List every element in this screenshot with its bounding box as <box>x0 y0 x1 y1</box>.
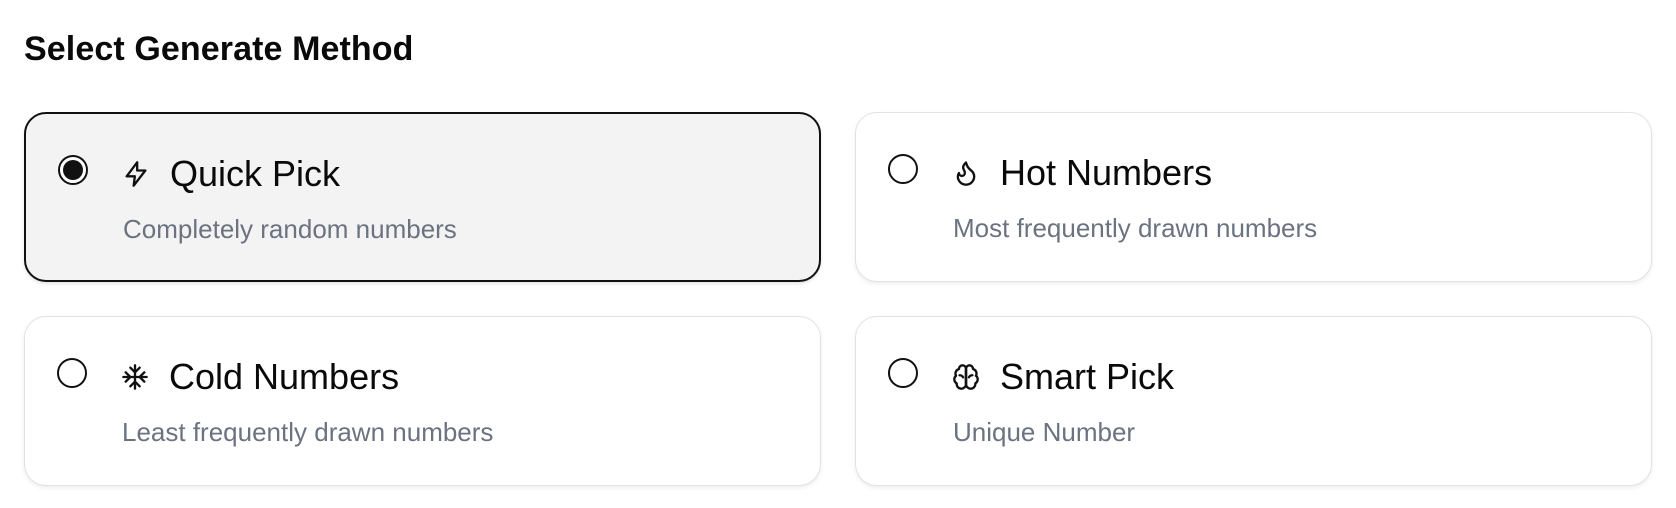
method-option-quick-pick[interactable]: Quick Pick Completely random numbers <box>24 112 821 282</box>
method-name: Hot Numbers <box>1000 152 1213 193</box>
method-description: Most frequently drawn numbers <box>953 213 1318 243</box>
method-name: Cold Numbers <box>169 356 400 397</box>
method-description: Least frequently drawn numbers <box>122 417 494 447</box>
method-description: Unique Number <box>953 417 1136 447</box>
radio-cold-numbers[interactable] <box>57 358 87 388</box>
method-name: Smart Pick <box>1000 356 1175 397</box>
lightning-icon <box>122 160 150 188</box>
flame-icon <box>952 159 980 187</box>
method-name: Quick Pick <box>170 153 341 194</box>
radio-hot-numbers[interactable] <box>888 154 918 184</box>
method-option-hot-numbers[interactable]: Hot Numbers Most frequently drawn number… <box>855 112 1652 282</box>
brain-icon <box>952 363 980 391</box>
radio-smart-pick[interactable] <box>888 358 918 388</box>
method-option-smart-pick[interactable]: Smart Pick Unique Number <box>855 316 1652 486</box>
method-description: Completely random numbers <box>123 214 457 244</box>
snowflake-icon <box>121 363 149 391</box>
radio-quick-pick[interactable] <box>58 155 88 185</box>
method-option-cold-numbers[interactable]: Cold Numbers Least frequently drawn numb… <box>24 316 821 486</box>
method-options: Quick Pick Completely random numbers Hot… <box>24 112 1654 486</box>
section-title: Select Generate Method <box>24 30 414 68</box>
